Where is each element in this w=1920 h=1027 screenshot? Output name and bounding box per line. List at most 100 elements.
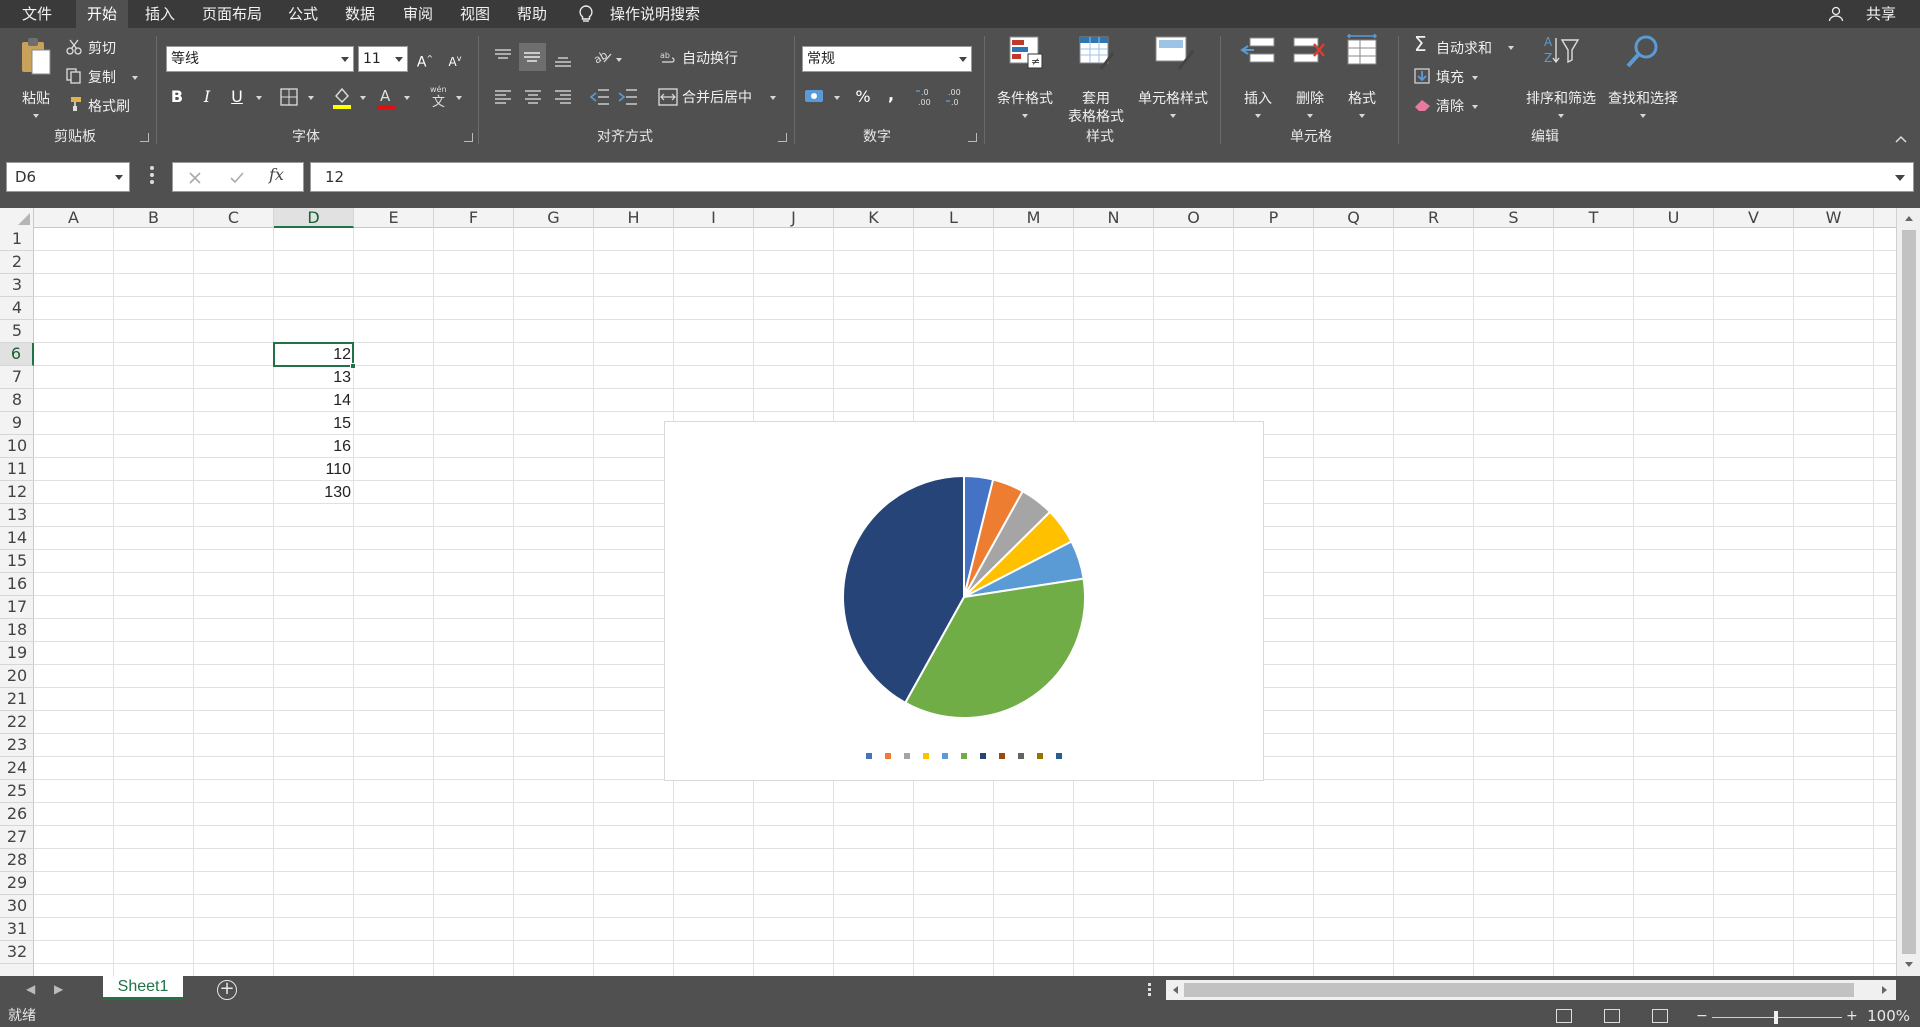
italic-button[interactable]: I bbox=[196, 86, 218, 108]
legend-swatch-7[interactable] bbox=[980, 753, 986, 759]
format-painter-button[interactable]: 格式刷 bbox=[88, 96, 130, 116]
number-dialog-launcher[interactable] bbox=[968, 133, 977, 142]
scroll-right-icon[interactable] bbox=[1880, 985, 1890, 995]
orientation-icon[interactable]: ab bbox=[592, 48, 612, 64]
column-header-a[interactable]: A bbox=[34, 208, 114, 228]
find-select-button[interactable]: 查找和选择 bbox=[1602, 34, 1684, 124]
align-middle-button[interactable] bbox=[519, 43, 546, 71]
cell-d10[interactable]: 16 bbox=[274, 435, 354, 458]
legend-swatch-9[interactable] bbox=[1018, 753, 1024, 759]
collapse-ribbon-icon[interactable] bbox=[1894, 134, 1908, 144]
insert-cells-button[interactable]: 插入 bbox=[1236, 34, 1280, 124]
row-header-8[interactable]: 8 bbox=[0, 389, 34, 412]
tab-formulas[interactable]: 公式 bbox=[280, 0, 326, 28]
row-header-26[interactable]: 26 bbox=[0, 803, 34, 826]
row-header-2[interactable]: 2 bbox=[0, 251, 34, 274]
pie-chart[interactable] bbox=[664, 421, 1264, 781]
row-header-6[interactable]: 6 bbox=[0, 343, 34, 366]
scroll-down-icon[interactable] bbox=[1903, 960, 1915, 970]
column-header-w[interactable]: W bbox=[1794, 208, 1874, 228]
increase-indent-icon[interactable] bbox=[618, 88, 638, 106]
fill-dropdown-caret[interactable] bbox=[1472, 76, 1478, 80]
sheet-tab[interactable]: Sheet1 bbox=[103, 976, 183, 1000]
column-header-k[interactable]: K bbox=[834, 208, 914, 228]
row-header-22[interactable]: 22 bbox=[0, 711, 34, 734]
fill-color-dropdown-caret[interactable] bbox=[360, 96, 366, 100]
percent-button[interactable]: % bbox=[852, 86, 874, 108]
cancel-icon[interactable] bbox=[187, 170, 203, 186]
fill-handle[interactable] bbox=[350, 363, 356, 369]
normal-view-icon[interactable] bbox=[1556, 1009, 1572, 1023]
orientation-dropdown-caret[interactable] bbox=[616, 58, 622, 62]
currency-icon[interactable] bbox=[804, 88, 828, 106]
copy-dropdown-caret[interactable] bbox=[132, 76, 138, 80]
row-header-20[interactable]: 20 bbox=[0, 665, 34, 688]
legend-swatch-6[interactable] bbox=[961, 753, 967, 759]
cell-d8[interactable]: 14 bbox=[274, 389, 354, 412]
horizontal-scroll-thumb[interactable] bbox=[1184, 983, 1854, 997]
row-header-16[interactable]: 16 bbox=[0, 573, 34, 596]
clipboard-dialog-launcher[interactable] bbox=[140, 133, 149, 142]
formula-bar-grip[interactable] bbox=[150, 166, 154, 188]
row-header-28[interactable]: 28 bbox=[0, 849, 34, 872]
conditional-formatting-button[interactable]: ≠ 条件格式 bbox=[992, 34, 1058, 124]
tab-split-grip[interactable] bbox=[1148, 983, 1152, 998]
row-header-21[interactable]: 21 bbox=[0, 688, 34, 711]
row-header-13[interactable]: 13 bbox=[0, 504, 34, 527]
row-header-19[interactable]: 19 bbox=[0, 642, 34, 665]
autosum-dropdown-caret[interactable] bbox=[1508, 46, 1514, 50]
scroll-left-icon[interactable] bbox=[1170, 985, 1180, 995]
tab-review[interactable]: 审阅 bbox=[394, 0, 442, 28]
row-header-25[interactable]: 25 bbox=[0, 780, 34, 803]
row-header-24[interactable]: 24 bbox=[0, 757, 34, 780]
legend-swatch-4[interactable] bbox=[923, 753, 929, 759]
column-header-e[interactable]: E bbox=[354, 208, 434, 228]
column-header-d[interactable]: D bbox=[274, 208, 354, 228]
zoom-in-icon[interactable]: + bbox=[1846, 1006, 1858, 1027]
row-header-27[interactable]: 27 bbox=[0, 826, 34, 849]
underline-dropdown-caret[interactable] bbox=[256, 96, 262, 100]
copy-button[interactable]: 复制 bbox=[88, 67, 116, 87]
row-header-3[interactable]: 3 bbox=[0, 274, 34, 297]
cell-d7[interactable]: 13 bbox=[274, 366, 354, 389]
merge-dropdown-caret[interactable] bbox=[770, 96, 776, 100]
legend-swatch-10[interactable] bbox=[1037, 753, 1043, 759]
increase-decimal-icon[interactable]: .0.00 bbox=[916, 86, 938, 108]
tab-scroll-right-icon[interactable]: ▶ bbox=[54, 982, 63, 996]
wrap-text-button[interactable]: 自动换行 bbox=[682, 48, 738, 68]
legend-swatch-2[interactable] bbox=[885, 753, 891, 759]
tab-page-layout[interactable]: 页面布局 bbox=[194, 0, 270, 28]
decrease-font-size-button[interactable]: Av bbox=[444, 48, 466, 70]
font-color-dropdown-caret[interactable] bbox=[404, 96, 410, 100]
row-header-4[interactable]: 4 bbox=[0, 297, 34, 320]
align-bottom-icon[interactable] bbox=[554, 52, 572, 68]
row-header-32[interactable]: 32 bbox=[0, 941, 34, 964]
column-header-r[interactable]: R bbox=[1394, 208, 1474, 228]
column-header-f[interactable]: F bbox=[434, 208, 514, 228]
row-header-18[interactable]: 18 bbox=[0, 619, 34, 642]
fill-color-icon[interactable] bbox=[332, 86, 352, 110]
font-size-select[interactable]: 11 bbox=[358, 46, 408, 72]
row-header-1[interactable]: 1 bbox=[0, 228, 34, 251]
autosum-button[interactable]: 自动求和 bbox=[1436, 38, 1492, 58]
cell-styles-button[interactable]: 单元格样式 bbox=[1134, 34, 1212, 124]
enter-check-icon[interactable] bbox=[229, 170, 245, 186]
format-as-table-button[interactable]: 套用 表格格式 bbox=[1058, 34, 1134, 125]
tell-me-search[interactable]: 操作说明搜索 bbox=[610, 0, 700, 28]
column-header-j[interactable]: J bbox=[754, 208, 834, 228]
number-format-select[interactable]: 常规 bbox=[802, 46, 972, 72]
active-cell[interactable] bbox=[273, 342, 356, 369]
increase-font-size-button[interactable]: A^ bbox=[414, 48, 436, 71]
tab-home[interactable]: 开始 bbox=[76, 0, 128, 28]
row-header-15[interactable]: 15 bbox=[0, 550, 34, 573]
decrease-indent-icon[interactable] bbox=[590, 88, 610, 106]
paste-button[interactable]: 粘贴 bbox=[12, 34, 60, 124]
borders-dropdown-caret[interactable] bbox=[308, 96, 314, 100]
font-dialog-launcher[interactable] bbox=[464, 133, 473, 142]
vertical-scrollbar[interactable] bbox=[1896, 208, 1920, 976]
row-header-5[interactable]: 5 bbox=[0, 320, 34, 343]
tab-file[interactable]: 文件 bbox=[12, 0, 62, 28]
decrease-decimal-icon[interactable]: .00.0 bbox=[946, 86, 968, 108]
sort-filter-button[interactable]: A Z 排序和筛选 bbox=[1520, 34, 1602, 124]
horizontal-scrollbar[interactable] bbox=[1166, 980, 1896, 1000]
